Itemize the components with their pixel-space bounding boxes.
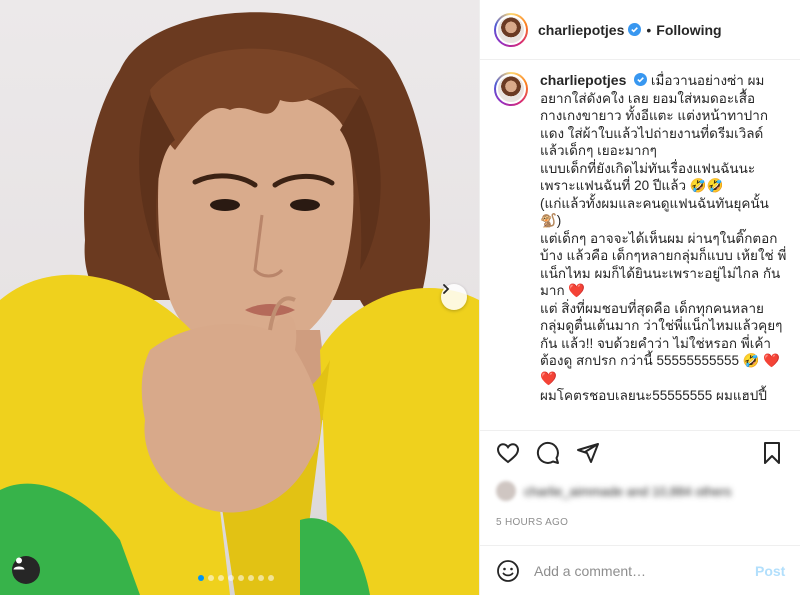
carousel-dot: [238, 575, 244, 581]
portrait-illustration: [0, 12, 479, 595]
following-button[interactable]: Following: [656, 22, 721, 38]
next-image-button[interactable]: [441, 284, 467, 310]
add-comment-bar: Post: [480, 545, 800, 595]
likes-row[interactable]: charlie_aimmade and 10,884 others: [496, 481, 731, 501]
share-icon[interactable]: [576, 441, 600, 465]
likes-text: charlie_aimmade and 10,884 others: [524, 483, 732, 499]
carousel-dot: [258, 575, 264, 581]
carousel-dot: [268, 575, 274, 581]
actions-block: charlie_aimmade and 10,884 others 5 HOUR…: [480, 430, 800, 540]
post-timestamp: 5 HOURS AGO: [496, 517, 569, 528]
comment-icon[interactable]: [536, 441, 560, 465]
carousel-dot: [228, 575, 234, 581]
caption-text: charliepotjes เมื่อวานอย่างซ่า ผม อยากใส…: [540, 72, 790, 430]
avatar[interactable]: [494, 12, 528, 47]
caption-avatar[interactable]: [494, 72, 528, 106]
carousel-dot: [208, 575, 214, 581]
caption-line: แบบเด็กที่ยังเกิดไม่ทันเรื่องแฟนฉันนะ เพ…: [540, 160, 756, 194]
post-comment-button[interactable]: Post: [755, 563, 785, 579]
heart-icon[interactable]: [496, 441, 520, 465]
liker-avatar: [496, 481, 516, 501]
chevron-right-icon: [443, 284, 450, 294]
action-icons: [496, 441, 600, 465]
caption-line: (แก่แล้วทั้งผมและคนดูแฟนฉันทันยุคนั้น 🐒): [540, 195, 769, 229]
post-header: charliepotjes • Following: [480, 0, 800, 60]
separator: •: [646, 21, 652, 38]
header-username[interactable]: charliepotjes: [538, 22, 624, 38]
bookmark-icon[interactable]: [761, 441, 783, 465]
verified-icon: [628, 23, 642, 36]
carousel-dot: [248, 575, 254, 581]
caption-line: แต่ สิ่งที่ผมชอบที่สุดคือ เด็กทุกคนหลาย …: [540, 300, 783, 386]
post-side-panel: charliepotjes • Following charliepotjes …: [479, 0, 800, 595]
smiley-icon[interactable]: [496, 559, 520, 583]
carousel-dot: [198, 575, 204, 581]
user-tag-button[interactable]: [12, 556, 40, 584]
carousel-indicator: [198, 575, 274, 581]
comment-input[interactable]: [534, 562, 749, 579]
caption-line: ผมโคตรชอบเลยนะ55555555 ผมแฮปปี้: [540, 388, 767, 403]
verified-icon: [634, 73, 648, 86]
user-tag-icon: [13, 557, 25, 570]
post-photo[interactable]: [0, 0, 479, 595]
caption-username[interactable]: charliepotjes: [540, 72, 626, 88]
caption-area: charliepotjes เมื่อวานอย่างซ่า ผม อยากใส…: [480, 60, 800, 430]
carousel-dot: [218, 575, 224, 581]
caption-line: แต่เด็กๆ อาจจะได้เห็นผม ผ่านๆในติ๊กตอก บ…: [540, 230, 787, 299]
